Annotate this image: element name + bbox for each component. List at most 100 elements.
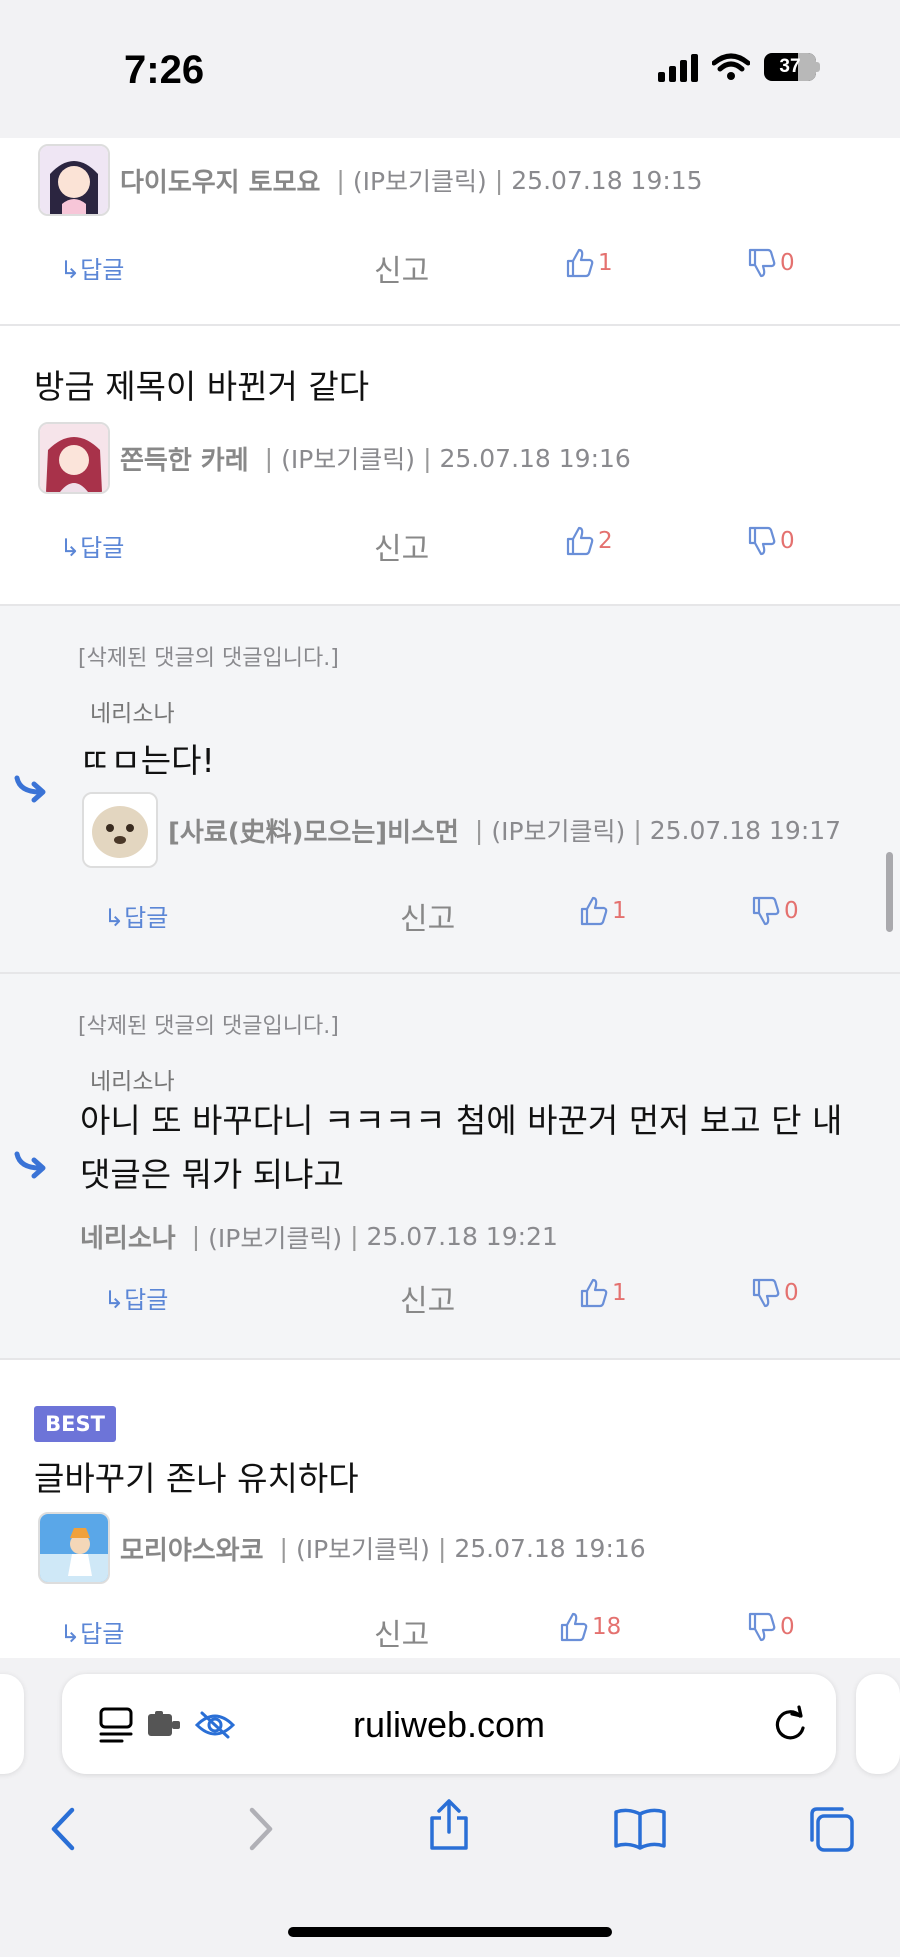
- thumbs-up-icon: [566, 526, 594, 556]
- parent-nickname: 네리소나: [90, 1069, 175, 1095]
- comment-item: 방금 제목이 바뀐거 같다 쫀득한 카레 | (IP보기클릭) | 25.07.…: [0, 326, 900, 608]
- dislike-count: 0: [784, 1280, 799, 1306]
- dislike-count: 0: [780, 1614, 795, 1640]
- comment-nickname[interactable]: 네리소나: [80, 1218, 176, 1255]
- comment-text: 글바꾸기 존나 유치하다: [34, 1459, 359, 1498]
- comment-actions: ↳답글 신고 1 0: [0, 246, 900, 289]
- comment-text: 아니 또 바꾸다니 ㅋㅋㅋㅋ 첨에 바꾼거 먼저 보고 단 내 댓글은 뭐가 되…: [80, 1101, 843, 1194]
- comment-meta: 네리소나 | (IP보기클릭) | 25.07.18 19:21: [80, 1218, 558, 1255]
- thumbs-down-icon: [748, 248, 776, 278]
- reply-comment-item: [삭제된 댓글의 댓글입니다.] 네리소나 아니 또 바꾸다니 ㅋㅋㅋㅋ 첨에 …: [0, 974, 900, 1362]
- battery-icon: 37: [764, 53, 816, 81]
- report-button[interactable]: 신고: [374, 1610, 429, 1654]
- browser-bottom-bar: ruliweb.com: [0, 1658, 900, 1957]
- previous-tab-pill[interactable]: [0, 1674, 24, 1774]
- tabs-icon[interactable]: [806, 1804, 856, 1854]
- report-button[interactable]: 신고: [400, 894, 455, 938]
- comment-timestamp: 25.07.18 19:15: [511, 165, 703, 195]
- address-bar[interactable]: ruliweb.com: [62, 1674, 836, 1774]
- reply-indent-arrow-icon: [14, 775, 46, 803]
- comment-item: 다이도우지 토모요 | (IP보기클릭) | 25.07.18 19:15 ↳답…: [0, 138, 900, 328]
- reply-button[interactable]: ↳답글: [60, 250, 124, 285]
- comment-nickname[interactable]: 다이도우지 토모요: [120, 162, 320, 199]
- reply-arrow-icon: ↳: [104, 1286, 125, 1314]
- reply-button[interactable]: ↳답글: [60, 528, 124, 563]
- comment-meta: 다이도우지 토모요 | (IP보기클릭) | 25.07.18 19:15: [38, 144, 703, 216]
- reply-comment-item: [삭제된 댓글의 댓글입니다.] 네리소나 ㄸㅁ는다! [사료(史料)모으는]비…: [0, 606, 900, 976]
- ip-view-link[interactable]: (IP보기클릭): [353, 162, 487, 198]
- status-icons: 37: [658, 52, 820, 82]
- avatar[interactable]: [38, 1512, 110, 1584]
- thumbs-up-icon: [560, 1612, 588, 1642]
- comment-actions: ↳답글 신고 1 0: [0, 1276, 900, 1319]
- avatar[interactable]: [82, 792, 158, 868]
- thumbs-down-icon: [748, 526, 776, 556]
- comment-nickname[interactable]: 쫀득한 카레: [120, 440, 249, 477]
- dislike-count: 0: [780, 250, 795, 276]
- like-button[interactable]: 1: [580, 896, 627, 926]
- reply-arrow-icon: ↳: [104, 904, 125, 932]
- comment-meta: 모리야스와코 | (IP보기클릭) | 25.07.18 19:16: [38, 1512, 646, 1584]
- ip-view-link[interactable]: (IP보기클릭): [491, 812, 625, 848]
- reply-arrow-icon: ↳: [60, 534, 81, 562]
- dislike-count: 0: [784, 898, 799, 924]
- status-time: 7:26: [124, 48, 205, 92]
- ip-view-link[interactable]: (IP보기클릭): [281, 440, 415, 476]
- forward-icon[interactable]: [246, 1806, 276, 1852]
- next-tab-pill[interactable]: [856, 1674, 900, 1774]
- comment-timestamp: 25.07.18 19:16: [439, 443, 631, 473]
- thumbs-up-icon: [580, 1278, 608, 1308]
- comment-actions: ↳답글 신고 2 0: [0, 524, 900, 567]
- avatar[interactable]: [38, 144, 110, 216]
- reply-indent-arrow-icon: [14, 1151, 46, 1179]
- scrollbar-thumb[interactable]: [886, 852, 893, 932]
- report-button[interactable]: 신고: [400, 1276, 455, 1320]
- deleted-parent-note: [삭제된 댓글의 댓글입니다.]: [78, 1014, 339, 1039]
- home-indicator: [288, 1927, 612, 1937]
- like-count: 1: [612, 898, 627, 924]
- dislike-button[interactable]: 0: [748, 248, 795, 278]
- report-button[interactable]: 신고: [374, 524, 429, 568]
- reply-arrow-icon: ↳: [60, 256, 81, 284]
- like-button[interactable]: 1: [580, 1278, 627, 1308]
- reply-arrow-icon: ↳: [60, 1620, 81, 1648]
- dislike-button[interactable]: 0: [752, 896, 799, 926]
- comment-meta: 쫀득한 카레 | (IP보기클릭) | 25.07.18 19:16: [38, 422, 631, 494]
- like-count: 1: [598, 250, 613, 276]
- like-count: 1: [612, 1280, 627, 1306]
- reload-icon[interactable]: [772, 1704, 808, 1744]
- dislike-button[interactable]: 0: [748, 526, 795, 556]
- comment-meta: [사료(史料)모으는]비스먼 | (IP보기클릭) | 25.07.18 19:…: [82, 792, 841, 868]
- deleted-parent-note: [삭제된 댓글의 댓글입니다.]: [78, 646, 339, 671]
- reply-button[interactable]: ↳답글: [104, 1280, 168, 1315]
- comment-text: 방금 제목이 바뀐거 같다: [34, 367, 370, 406]
- like-button[interactable]: 1: [566, 248, 613, 278]
- dislike-button[interactable]: 0: [748, 1612, 795, 1642]
- reply-button[interactable]: ↳답글: [104, 898, 168, 933]
- thumbs-up-icon: [566, 248, 594, 278]
- comment-timestamp: 25.07.18 19:16: [454, 1533, 646, 1563]
- reply-button[interactable]: ↳답글: [60, 1614, 124, 1649]
- thumbs-down-icon: [752, 896, 780, 926]
- dislike-button[interactable]: 0: [752, 1278, 799, 1308]
- parent-nickname: 네리소나: [90, 701, 175, 727]
- comment-nickname[interactable]: 모리야스와코: [120, 1530, 264, 1567]
- avatar[interactable]: [38, 422, 110, 494]
- wifi-icon: [712, 53, 750, 80]
- comment-timestamp: 25.07.18 19:21: [366, 1222, 558, 1251]
- share-icon[interactable]: [426, 1798, 472, 1852]
- report-button[interactable]: 신고: [374, 246, 429, 290]
- ip-view-link[interactable]: (IP보기클릭): [296, 1530, 430, 1566]
- url-text[interactable]: ruliweb.com: [62, 1704, 836, 1746]
- comment-actions: ↳답글 신고 1 0: [0, 894, 900, 937]
- like-button[interactable]: 18: [560, 1612, 621, 1642]
- ip-view-link[interactable]: (IP보기클릭): [208, 1219, 342, 1255]
- thumbs-down-icon: [748, 1612, 776, 1642]
- comment-text: ㄸㅁ는다!: [80, 741, 215, 780]
- bookmarks-icon[interactable]: [612, 1806, 668, 1850]
- comment-actions: ↳답글 신고 18 0: [0, 1610, 900, 1653]
- like-button[interactable]: 2: [566, 526, 613, 556]
- best-comment-item: BEST 글바꾸기 존나 유치하다 모리야스와코 | (IP보기클릭) | 25…: [0, 1360, 900, 1658]
- back-icon[interactable]: [48, 1806, 78, 1852]
- comment-nickname[interactable]: [사료(史料)모으는]비스먼: [168, 812, 459, 849]
